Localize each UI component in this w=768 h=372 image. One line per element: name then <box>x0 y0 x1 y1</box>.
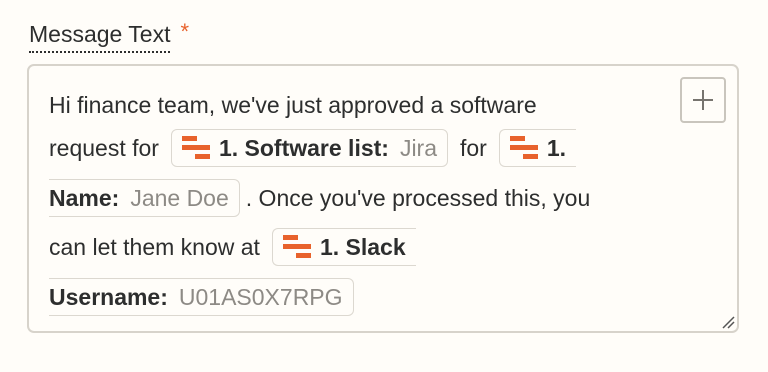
zapier-step-icon <box>181 136 210 159</box>
field-pill-name-start[interactable]: 1. <box>498 129 577 167</box>
resize-grip-icon[interactable] <box>721 315 735 329</box>
plus-icon <box>693 90 713 110</box>
field-label: Message Text * <box>29 20 189 54</box>
text-segment: can let them know at <box>49 233 260 260</box>
text-line-1: Hi finance team, we've just approved a s… <box>49 84 537 126</box>
text-segment: Hi finance team, we've just approved a s… <box>49 91 537 118</box>
text-line-4: can let them know at 1. Slack <box>49 226 416 268</box>
text-line-3: Name: Jane Doe . Once you've processed t… <box>49 177 590 219</box>
pill-key: 1. <box>546 134 567 161</box>
pill-key: Name: <box>49 184 120 211</box>
zapier-step-icon <box>509 136 538 159</box>
pill-key: Username: <box>49 283 168 310</box>
pill-key: 1. Software list: <box>218 134 389 161</box>
message-text-input[interactable]: Hi finance team, we've just approved a s… <box>27 64 739 333</box>
field-label-text: Message Text <box>29 20 171 53</box>
pill-value: Jane Doe <box>130 184 229 211</box>
pill-value: Jira <box>399 134 437 161</box>
field-pill-slack-start[interactable]: 1. Slack <box>271 228 416 266</box>
pill-key: 1. Slack <box>319 233 406 260</box>
text-segment: for <box>460 134 487 161</box>
insert-data-button[interactable] <box>680 77 726 123</box>
text-segment: request for <box>49 134 159 161</box>
pill-value: U01AS0X7RPG <box>178 283 343 310</box>
field-pill-software[interactable]: 1. Software list: Jira <box>170 129 448 167</box>
field-pill-name-end[interactable]: Name: Jane Doe <box>49 179 240 217</box>
text-segment: . Once you've processed this, you <box>245 184 591 211</box>
zapier-step-icon <box>282 235 311 258</box>
text-line-5: Username: U01AS0X7RPG <box>49 276 354 318</box>
text-line-2: request for 1. Software list: Jira for 1… <box>49 127 577 169</box>
field-pill-slack-end[interactable]: Username: U01AS0X7RPG <box>49 278 354 316</box>
required-indicator: * <box>180 19 190 44</box>
